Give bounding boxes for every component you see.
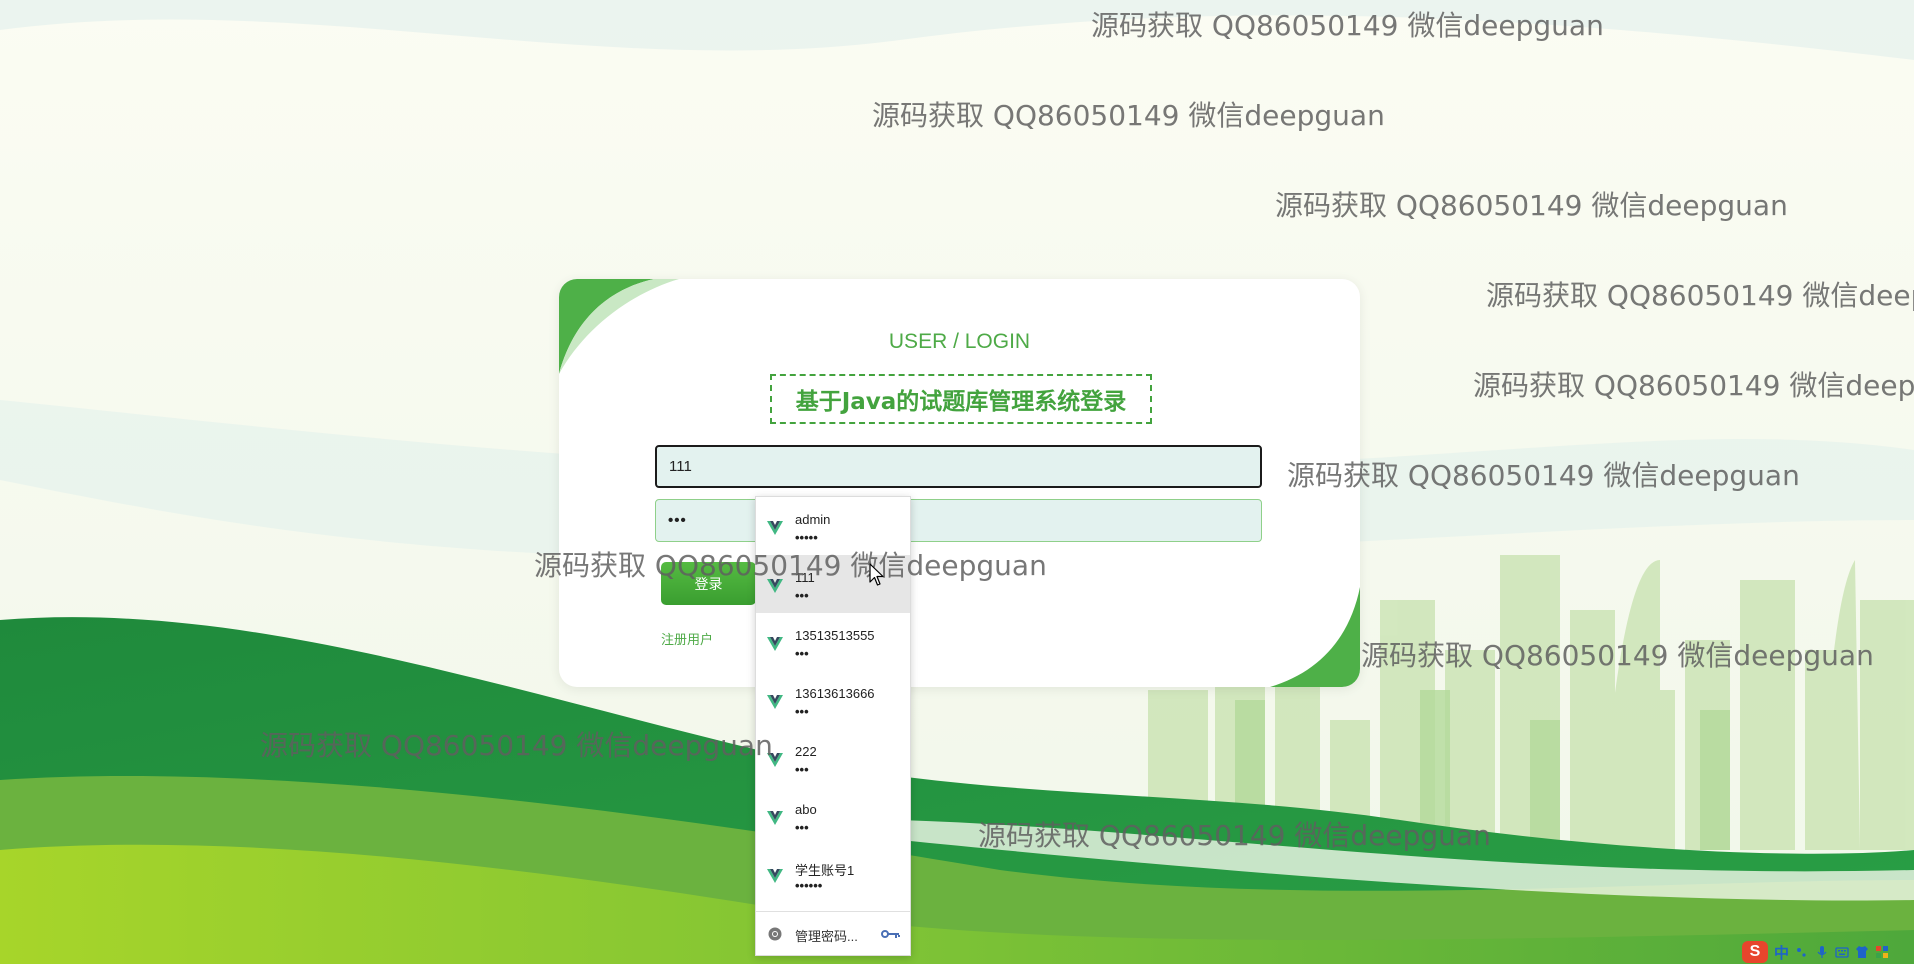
autofill-password-mask: •••: [795, 704, 809, 719]
autofill-account-name: admin: [795, 512, 831, 527]
chrome-icon: [768, 927, 782, 941]
autofill-account-name: 13613613666: [795, 686, 875, 701]
vue-logo-icon: [767, 521, 783, 535]
password-input[interactable]: •••: [655, 499, 1262, 542]
toolbox-grid-icon[interactable]: [1875, 945, 1889, 959]
autofill-account-name: 13513513555: [795, 628, 875, 643]
skin-shirt-icon[interactable]: [1855, 945, 1869, 959]
manage-passwords-label: 管理密码...: [795, 929, 858, 944]
autofill-password-mask: ••••••: [795, 878, 823, 893]
autofill-item[interactable]: 学生账号1 ••••••: [756, 845, 910, 903]
vue-logo-icon: [767, 695, 783, 709]
autofill-item[interactable]: 222 •••: [756, 729, 910, 787]
autofill-item[interactable]: abo •••: [756, 787, 910, 845]
autofill-password-mask: •••: [795, 588, 809, 603]
autofill-account-name: abo: [795, 802, 817, 817]
sogou-ime-logo[interactable]: S: [1742, 941, 1768, 963]
autofill-account-name: 222: [795, 744, 817, 759]
autofill-account-name: 111: [795, 570, 815, 585]
key-icon: [881, 930, 900, 938]
autofill-account-name: 学生账号1: [795, 863, 855, 878]
autofill-password-mask: •••: [795, 820, 809, 835]
keyboard-icon[interactable]: [1835, 945, 1849, 959]
vue-logo-icon: [767, 579, 783, 593]
manage-passwords-item[interactable]: 管理密码...: [756, 912, 910, 956]
login-subtitle: USER / LOGIN: [888, 330, 1031, 353]
autofill-password-mask: •••••: [795, 530, 818, 545]
autofill-item[interactable]: 13513513555 •••: [756, 613, 910, 671]
vue-logo-icon: [767, 869, 783, 883]
autofill-password-mask: •••: [795, 646, 809, 661]
vue-logo-icon: [767, 811, 783, 825]
ime-language-toggle[interactable]: 中: [1774, 942, 1789, 963]
mouse-cursor-icon: [869, 563, 884, 586]
page-title: 基于Java的试题库管理系统登录: [770, 374, 1152, 424]
username-input[interactable]: 111: [655, 445, 1262, 488]
register-link[interactable]: 注册用户: [661, 629, 713, 648]
vue-logo-icon: [767, 637, 783, 651]
autofill-password-mask: •••: [795, 762, 809, 777]
autofill-item[interactable]: admin •••••: [756, 497, 910, 555]
password-autofill-dropdown: admin ••••• 111 ••• 13513513555 ••• 1361…: [755, 496, 911, 956]
ime-toolbar: S 中: [1742, 940, 1914, 964]
microphone-icon[interactable]: [1815, 945, 1829, 959]
autofill-item[interactable]: 111 •••: [756, 555, 910, 613]
vue-logo-icon: [767, 753, 783, 767]
login-button[interactable]: 登录: [661, 562, 756, 605]
card-corner-decoration-bottom-right: [1270, 587, 1360, 687]
card-corner-decoration-top-left: [559, 279, 679, 374]
punctuation-icon[interactable]: [1795, 945, 1809, 959]
login-card: USER / LOGIN 基于Java的试题库管理系统登录 111 ••• 登录…: [559, 279, 1360, 687]
autofill-item[interactable]: 13613613666 •••: [756, 671, 910, 729]
